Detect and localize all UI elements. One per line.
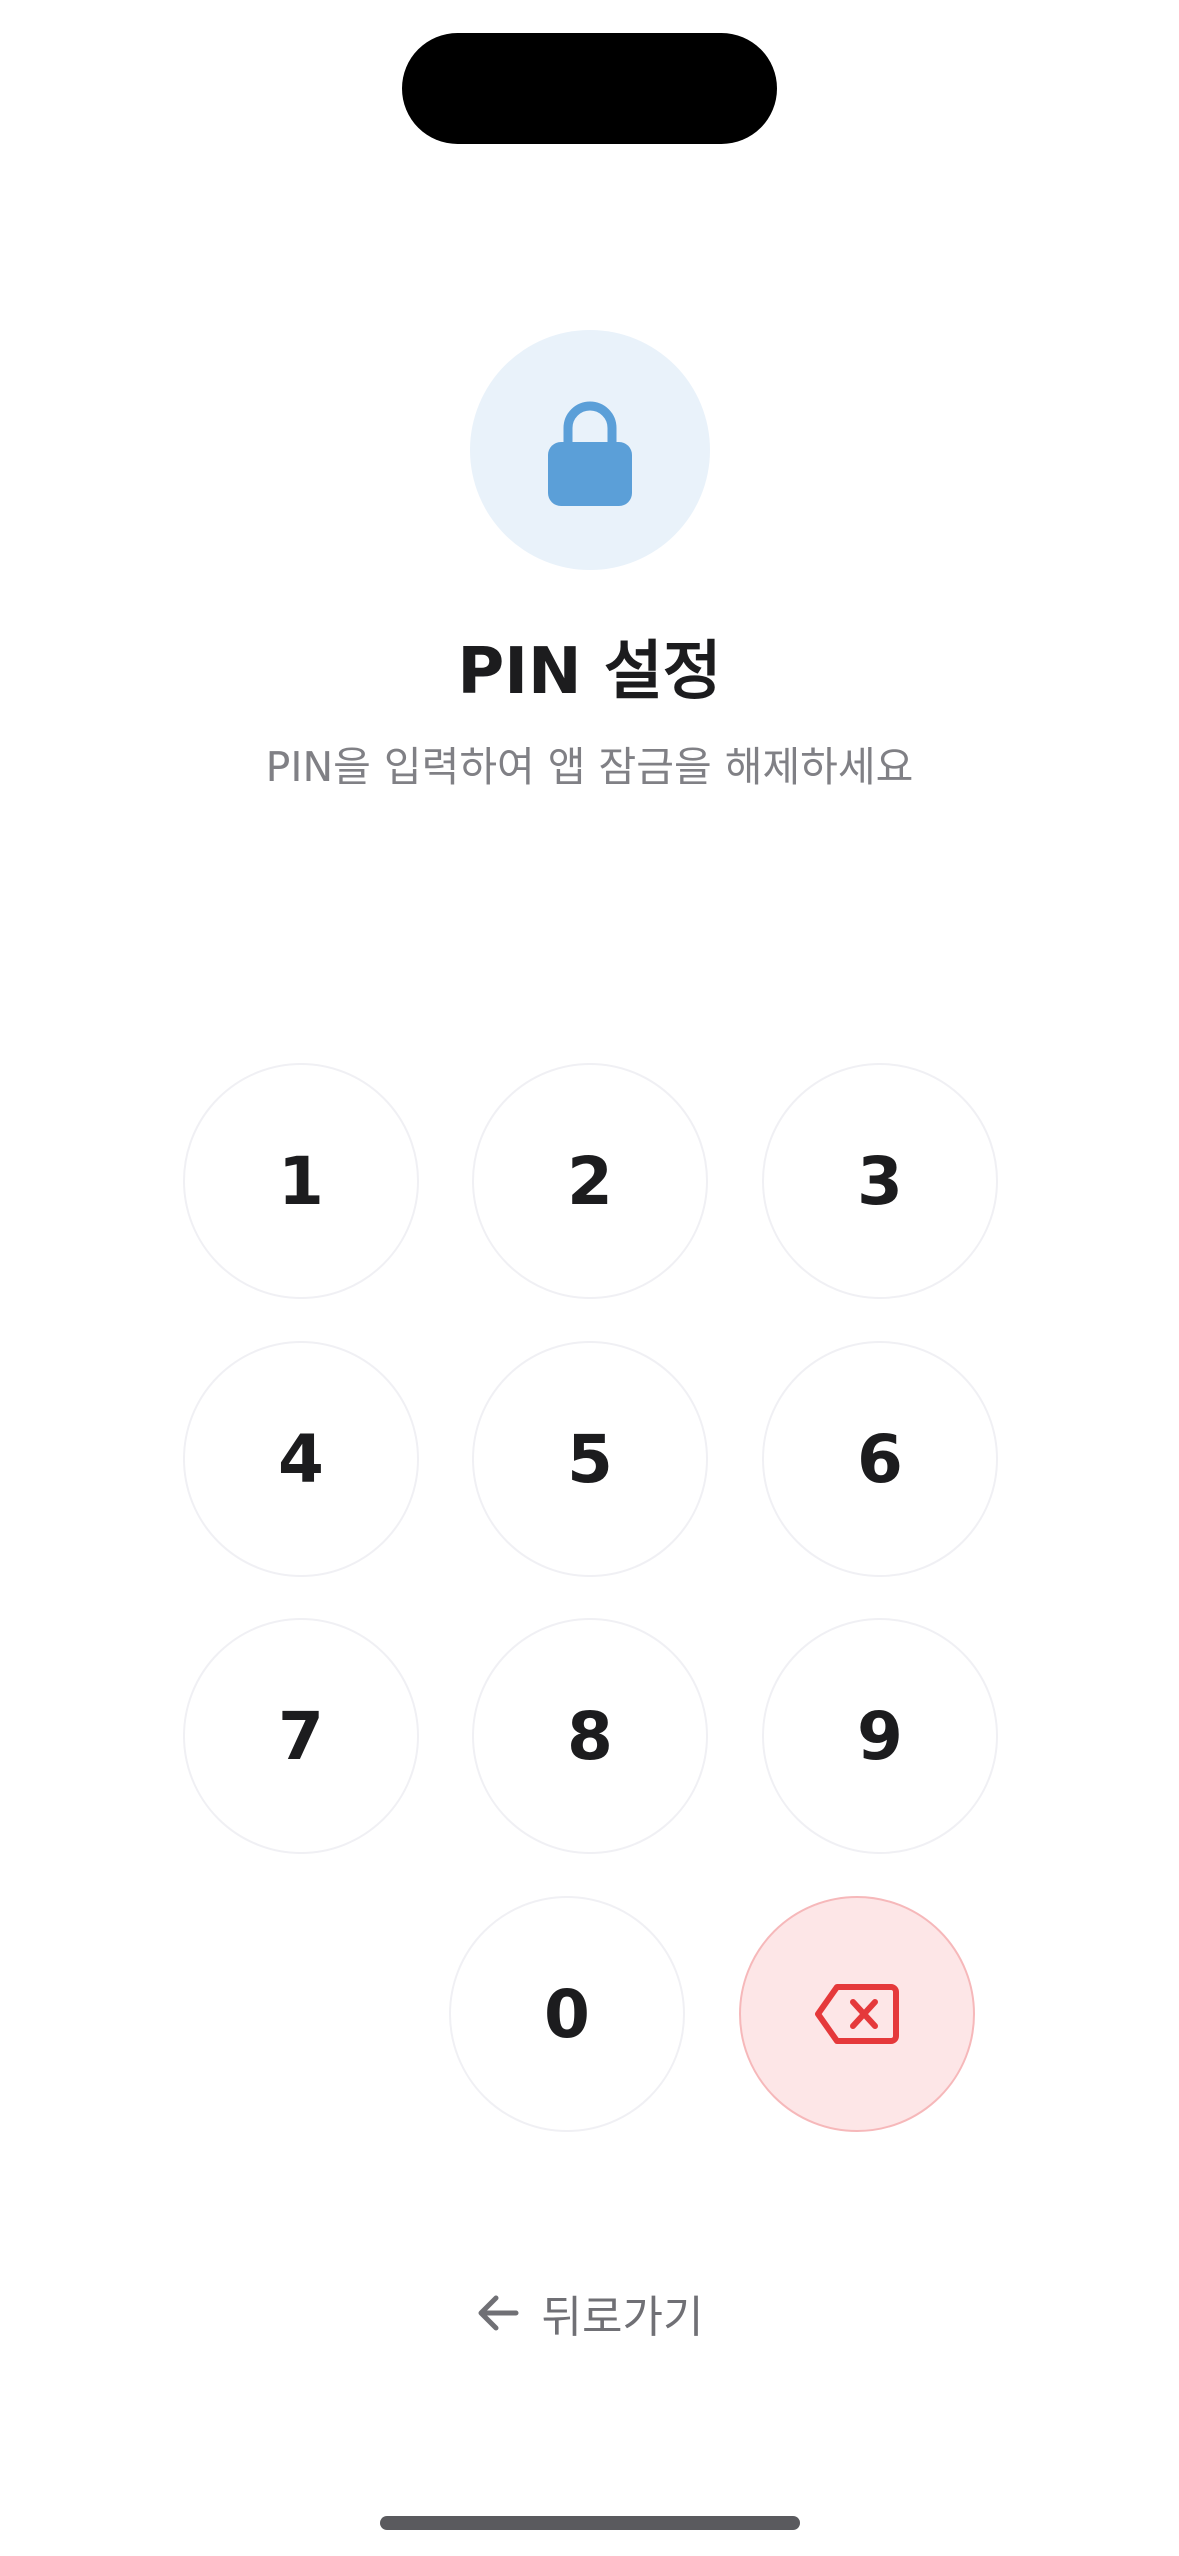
- page-subtitle: PIN을 입력하여 앱 잠금을 해제하세요: [265, 743, 914, 791]
- back-label: 뒤로가기: [541, 2292, 704, 2343]
- key-1[interactable]: 1: [183, 1063, 419, 1299]
- dynamic-island: [402, 33, 777, 144]
- key-7[interactable]: 7: [183, 1618, 419, 1854]
- arrow-left-icon: [478, 2295, 519, 2331]
- lock-badge: [470, 330, 710, 570]
- page-title: PIN 설정: [457, 635, 722, 709]
- key-9[interactable]: 9: [762, 1618, 998, 1854]
- key-3[interactable]: 3: [762, 1063, 998, 1299]
- key-0[interactable]: 0: [449, 1896, 685, 2132]
- delete-button[interactable]: [739, 1896, 975, 2132]
- lock-icon: [548, 401, 632, 506]
- back-button[interactable]: 뒤로가기: [0, 2278, 1179, 2348]
- home-indicator: [380, 2516, 800, 2530]
- backspace-icon: [815, 1984, 899, 2044]
- key-2[interactable]: 2: [472, 1063, 708, 1299]
- key-5[interactable]: 5: [472, 1341, 708, 1577]
- key-8[interactable]: 8: [472, 1618, 708, 1854]
- key-6[interactable]: 6: [762, 1341, 998, 1577]
- key-4[interactable]: 4: [183, 1341, 419, 1577]
